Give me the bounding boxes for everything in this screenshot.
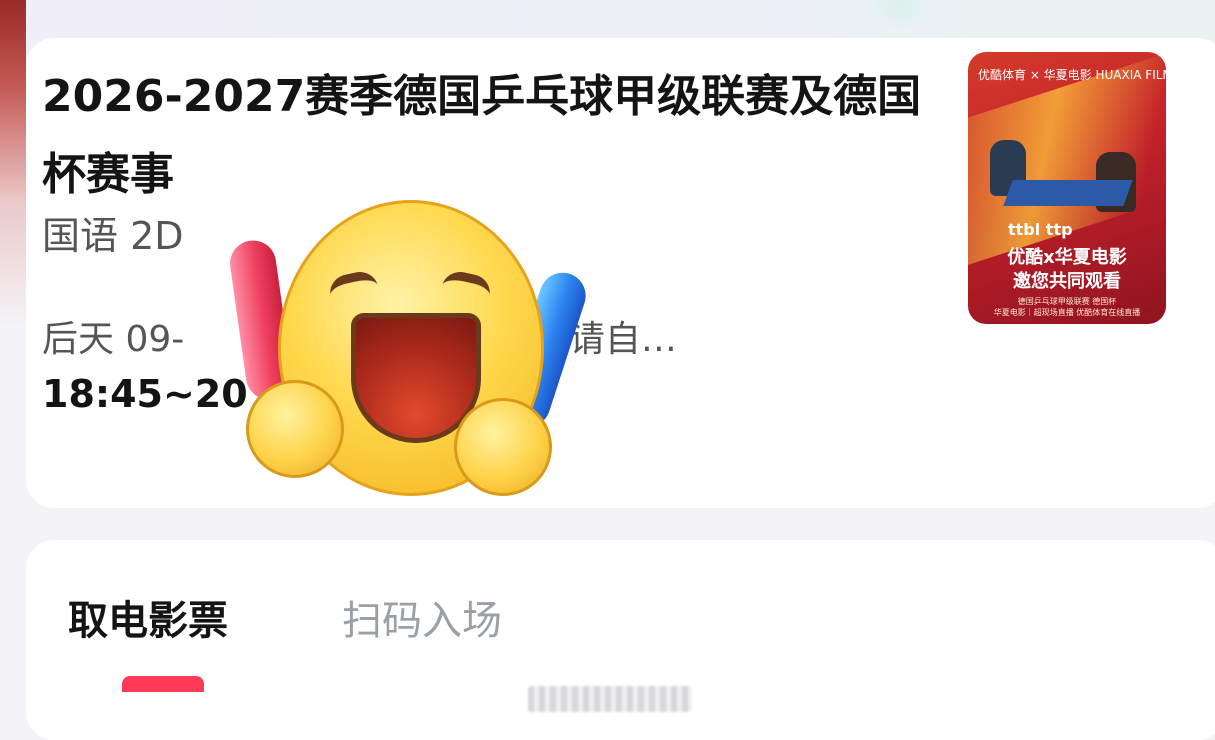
poster-headline-line2: 邀您共同观看 bbox=[1013, 271, 1121, 292]
poster-brand-text: 优酷体育 × 华夏电影 HUAXIA FILM bbox=[978, 68, 1166, 82]
left-hand-icon bbox=[246, 380, 344, 478]
poster-headline-line1: 优酷x华夏电影 bbox=[1007, 247, 1127, 268]
page-edge-decoration bbox=[0, 0, 26, 723]
poster-fine-line2: 华夏电影｜超现场直播 优酷体育在线直播 bbox=[993, 308, 1141, 317]
poster-table-tennis-table bbox=[1003, 180, 1133, 206]
poster-headline: 优酷x华夏电影 邀您共同观看 bbox=[968, 246, 1166, 294]
tab-scan-entry[interactable]: 扫码入场 bbox=[342, 588, 502, 646]
blurred-text bbox=[528, 686, 692, 712]
poster-fine-line1: 德国乒乓球甲级联赛 德国杯 bbox=[1017, 297, 1117, 306]
movie-poster[interactable]: 优酷体育 × 华夏电影 HUAXIA FILM ttbl ttp 优酷x华夏电影… bbox=[968, 52, 1166, 324]
cheering-emoji-sticker bbox=[227, 200, 600, 520]
language-format: 国语 2D bbox=[42, 214, 184, 258]
poster-league-logos: ttbl ttp bbox=[1008, 220, 1073, 239]
tab-pickup-ticket[interactable]: 取电影票 bbox=[68, 588, 228, 646]
active-tab-indicator bbox=[122, 676, 204, 692]
right-hand-icon bbox=[454, 398, 552, 496]
show-time-range: 18:45~20 bbox=[42, 372, 248, 416]
poster-fine-print: 德国乒乓球甲级联赛 德国杯 华夏电影｜超现场直播 优酷体育在线直播 bbox=[968, 296, 1166, 318]
movie-title: 2026-2027赛季德国乒乓球甲级联赛及德国杯赛事 bbox=[42, 71, 922, 200]
show-date: 后天 09- bbox=[42, 319, 185, 360]
